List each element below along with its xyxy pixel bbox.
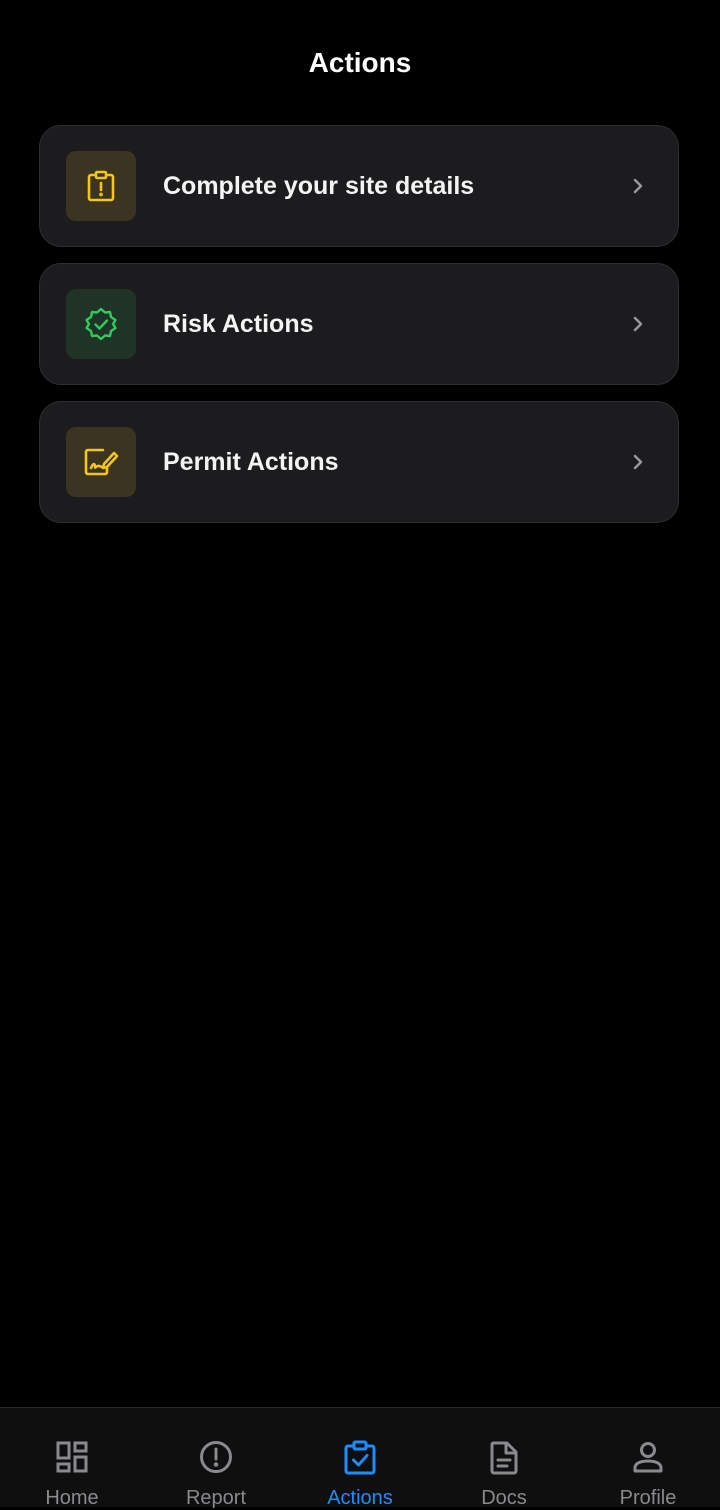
tab-label: Report xyxy=(185,1487,247,1509)
alert-circle-icon xyxy=(200,1441,232,1473)
verified-badge-icon xyxy=(66,289,136,359)
tab-label: Docs xyxy=(481,1487,527,1509)
action-card-permit-actions[interactable]: Permit Actions xyxy=(39,401,679,523)
dashboard-grid-icon xyxy=(56,1441,88,1473)
clipboard-alert-icon xyxy=(66,151,136,221)
clipboard-check-icon xyxy=(344,1440,376,1475)
chevron-right-icon xyxy=(633,316,643,332)
tab-report[interactable]: Report xyxy=(144,1408,288,1509)
card-label: Permit Actions xyxy=(163,448,339,476)
tab-home[interactable]: Home xyxy=(0,1408,144,1509)
chevron-right-icon xyxy=(633,454,643,470)
chevron-right-icon xyxy=(633,178,643,194)
document-icon xyxy=(490,1441,518,1475)
page-title: Actions xyxy=(308,47,412,78)
action-card-site-details[interactable]: Complete your site details xyxy=(39,125,679,247)
tab-label: Profile xyxy=(619,1487,677,1509)
card-label: Complete your site details xyxy=(163,172,475,200)
tab-actions[interactable]: Actions xyxy=(288,1408,432,1509)
tab-label: Home xyxy=(45,1487,99,1509)
tab-docs[interactable]: Docs xyxy=(432,1408,576,1509)
card-label: Risk Actions xyxy=(163,310,314,338)
action-card-risk-actions[interactable]: Risk Actions xyxy=(39,263,679,385)
bottom-tab-bar: Home Report Actions Docs Profile xyxy=(0,1407,720,1509)
document-sign-icon xyxy=(66,427,136,497)
person-icon xyxy=(633,1442,663,1473)
tab-label: Actions xyxy=(327,1487,393,1509)
tab-profile[interactable]: Profile xyxy=(576,1408,720,1509)
